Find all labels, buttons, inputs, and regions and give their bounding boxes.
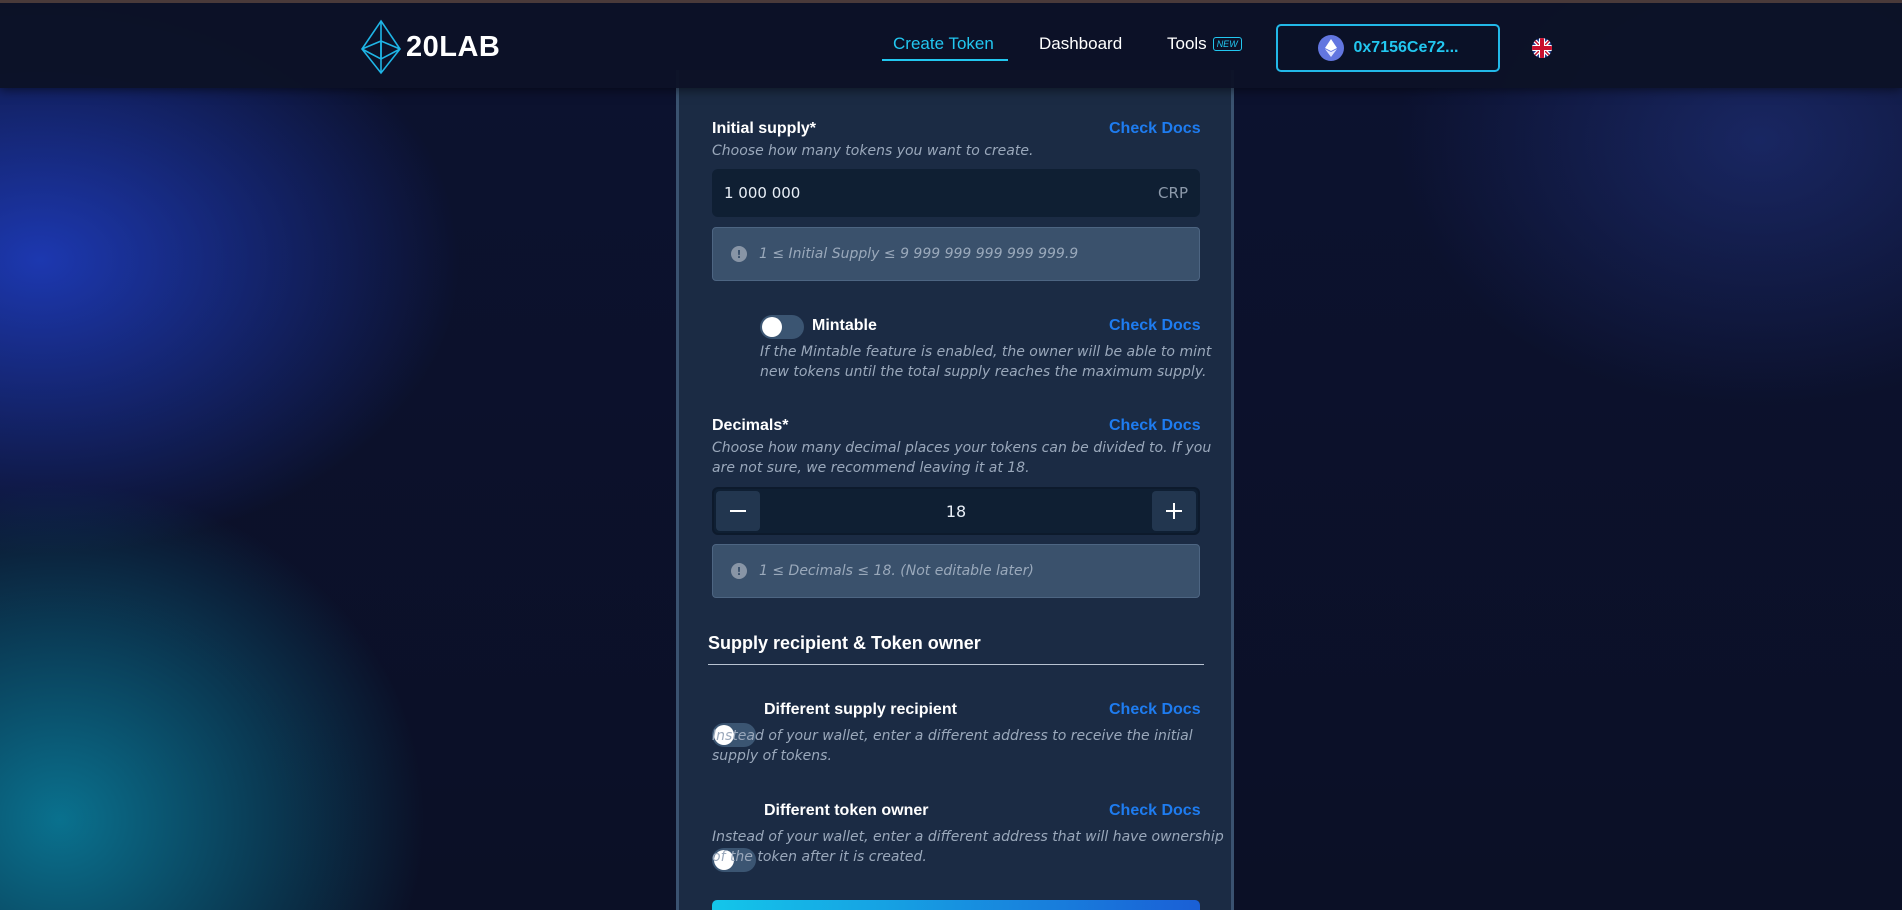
nav-active-indicator <box>882 59 1008 61</box>
language-flag-icon[interactable] <box>1532 38 1552 58</box>
brand-name: 20LAB <box>406 30 501 63</box>
different-owner-docs-link[interactable]: Check Docs <box>1109 802 1201 820</box>
nav-dashboard[interactable]: Dashboard <box>1039 34 1122 54</box>
different-owner-description-line1: Instead of your wallet, enter a differen… <box>712 829 1224 845</box>
decimals-description-line1: Choose how many decimal places your toke… <box>712 440 1212 456</box>
info-icon: ! <box>731 246 747 262</box>
initial-supply-description: Choose how many tokens you want to creat… <box>712 143 1034 159</box>
different-recipient-description-line1: Instead of your wallet, enter a differen… <box>712 728 1193 744</box>
section-divider <box>708 664 1204 665</box>
ethereum-logo-icon <box>361 19 401 75</box>
decimals-decrement-button[interactable] <box>716 491 760 531</box>
mintable-label: Mintable <box>812 317 877 334</box>
different-recipient-docs-link[interactable]: Check Docs <box>1109 701 1201 719</box>
initial-supply-hint: ! 1 ≤ Initial Supply ≤ 9 999 999 999 999… <box>712 227 1200 281</box>
mintable-toggle[interactable] <box>760 315 804 339</box>
decimals-docs-link[interactable]: Check Docs <box>1109 417 1201 435</box>
initial-supply-label: Initial supply* <box>712 120 817 137</box>
mintable-description-line1: If the Mintable feature is enabled, the … <box>760 344 1212 360</box>
different-owner-label: Different token owner <box>764 802 929 819</box>
new-badge: NEW <box>1212 37 1242 51</box>
initial-supply-input[interactable]: 1 000 000 CRP <box>712 169 1200 217</box>
decimals-hint-text: 1 ≤ Decimals ≤ 18. (Not editable later) <box>759 563 1034 579</box>
nav-tools[interactable]: Tools NEW <box>1167 34 1242 54</box>
token-symbol-unit: CRP <box>1158 184 1188 202</box>
minus-icon <box>730 510 746 512</box>
decimals-hint: ! 1 ≤ Decimals ≤ 18. (Not editable later… <box>712 544 1200 598</box>
initial-supply-docs-link[interactable]: Check Docs <box>1109 120 1201 138</box>
mintable-docs-link[interactable]: Check Docs <box>1109 317 1201 335</box>
decimals-description-line2: are not sure, we recommend leaving it at… <box>712 460 1030 476</box>
brand-logo[interactable]: 20LAB <box>358 19 500 75</box>
mintable-description-line2: new tokens until the total supply reache… <box>760 364 1207 380</box>
toggle-knob <box>762 317 782 337</box>
plus-icon <box>1166 503 1182 519</box>
different-owner-description-line2: of the token after it is created. <box>712 849 927 865</box>
ethereum-icon <box>1317 35 1344 61</box>
decimals-stepper: 18 <box>712 487 1200 535</box>
different-recipient-description-line2: supply of tokens. <box>712 748 832 764</box>
different-recipient-label: Different supply recipient <box>764 701 957 718</box>
initial-supply-hint-text: 1 ≤ Initial Supply ≤ 9 999 999 999 999 9… <box>759 246 1079 262</box>
wallet-address: 0x7156Ce72... <box>1353 39 1459 56</box>
section-title: Supply recipient & Token owner <box>708 633 981 653</box>
decimals-label: Decimals* <box>712 417 789 434</box>
nav-create-token[interactable]: Create Token <box>893 34 994 54</box>
info-icon: ! <box>731 563 747 579</box>
create-token-form: Initial supply* Check Docs Choose how ma… <box>676 70 1234 910</box>
decimals-increment-button[interactable] <box>1152 491 1196 531</box>
decimals-value[interactable]: 18 <box>774 489 1138 533</box>
initial-supply-value: 1 000 000 <box>724 184 801 202</box>
wallet-button[interactable]: 0x7156Ce72... <box>1276 24 1500 72</box>
top-navbar: 20LAB Create Token Dashboard Tools NEW 0… <box>0 0 1902 88</box>
nav-tools-label: Tools <box>1167 34 1207 53</box>
create-token-button[interactable] <box>712 900 1200 910</box>
